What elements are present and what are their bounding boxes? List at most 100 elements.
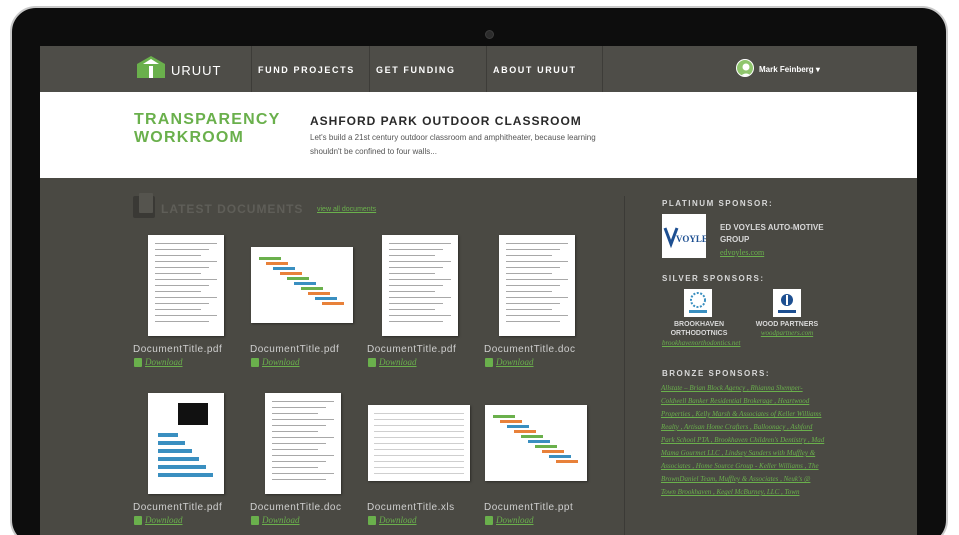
gantt-bar [294, 282, 316, 285]
bronze-sponsor-list[interactable]: Allstate – Brian Block Agency , Rhianna … [661, 382, 826, 499]
document-preview-line [506, 267, 560, 268]
document-preview-line [506, 291, 552, 292]
project-description: Let's build a 21st century outdoor class… [310, 133, 596, 156]
voyles-logo-text: VOYLES [676, 234, 706, 244]
document-thumbnail[interactable] [148, 235, 224, 336]
document-preview-line [389, 315, 451, 316]
view-all-documents-link[interactable]: view all documents [317, 206, 376, 213]
document-thumbnail[interactable] [265, 393, 341, 494]
folder-icon [133, 193, 155, 218]
camera-icon [485, 30, 494, 39]
document-thumbnail[interactable] [382, 235, 458, 336]
user-icon [740, 63, 752, 76]
brookhaven-logo-icon [689, 292, 707, 313]
download-link[interactable]: Download [262, 357, 300, 367]
brookhaven-logo[interactable] [684, 289, 712, 317]
document-preview-line [155, 279, 217, 280]
screen: URUUT FUND PROJECTS GET FUNDING ABOUT UR… [40, 46, 917, 535]
document-preview-line [272, 407, 326, 408]
document-title[interactable]: DocumentTitle.pdf [250, 344, 339, 355]
document-preview-line [506, 255, 552, 256]
gantt-bar [280, 272, 302, 275]
ed-voyles-logo[interactable]: VOYLES [662, 214, 713, 258]
document-preview-line [389, 243, 451, 244]
sheet-row [374, 413, 464, 414]
download-link[interactable]: Download [262, 515, 300, 525]
document-preview-line [506, 285, 560, 286]
bronze-heading: BRONZE SPONSORS: [662, 369, 771, 378]
document-preview-line [272, 467, 318, 468]
document-preview-line [506, 303, 560, 304]
chart-bar [158, 449, 192, 453]
user-menu[interactable]: Mark Feinberg ▾ [759, 65, 820, 74]
document-preview-line [389, 291, 435, 292]
file-icon [368, 358, 376, 367]
document-preview-line [506, 309, 552, 310]
document-preview-line [389, 309, 435, 310]
document-preview-line [389, 249, 443, 250]
document-title[interactable]: DocumentTitle.doc [250, 502, 342, 513]
gantt-bar [549, 455, 571, 458]
nav-fund-projects[interactable]: FUND PROJECTS [258, 65, 355, 75]
document-preview-line [272, 443, 326, 444]
document-preview-line [389, 267, 443, 268]
document-preview-line [272, 437, 334, 438]
avatar[interactable] [736, 59, 754, 77]
document-preview-line [272, 449, 318, 450]
document-preview-line [155, 285, 209, 286]
sidebar-divider [624, 196, 625, 535]
document-preview-line [272, 455, 334, 456]
document-thumbnail[interactable] [368, 405, 470, 481]
sheet-row [374, 461, 464, 462]
document-title[interactable]: DocumentTitle.doc [484, 344, 576, 355]
sheet-row [374, 449, 464, 450]
sheet-row [374, 473, 464, 474]
page-title-line1: TRANSPARENCY [134, 111, 281, 128]
logo-text[interactable]: URUUT [171, 63, 222, 78]
platinum-heading: PLATINUM SPONSOR: [662, 199, 774, 208]
download-link[interactable]: Download [496, 357, 534, 367]
document-preview-line [506, 297, 568, 298]
sheet-row [374, 467, 464, 468]
gantt-bar [507, 425, 529, 428]
document-preview-line [155, 273, 201, 274]
download-link[interactable]: Download [379, 515, 417, 525]
document-preview-line [155, 303, 209, 304]
download-link[interactable]: Download [379, 357, 417, 367]
document-preview-line [506, 249, 560, 250]
document-thumbnail[interactable] [148, 393, 224, 494]
document-title[interactable]: DocumentTitle.pdf [367, 344, 456, 355]
sheet-row [374, 437, 464, 438]
nav-about-uruut[interactable]: ABOUT URUUT [493, 65, 577, 75]
silver-sponsor-link[interactable]: woodpartners.com [746, 329, 828, 337]
document-thumbnail[interactable] [485, 405, 587, 481]
download-link[interactable]: Download [145, 515, 183, 525]
gantt-bar [301, 287, 323, 290]
chart-bar [158, 457, 199, 461]
document-title[interactable]: DocumentTitle.pdf [133, 344, 222, 355]
gantt-bar [315, 297, 337, 300]
platinum-sponsor-link[interactable]: edvoyles.com [720, 248, 764, 257]
download-link[interactable]: Download [145, 357, 183, 367]
document-title[interactable]: DocumentTitle.xls [367, 502, 455, 513]
document-title[interactable]: DocumentTitle.pdf [133, 502, 222, 513]
document-preview-line [155, 321, 209, 322]
nav-get-funding[interactable]: GET FUNDING [376, 65, 456, 75]
gantt-bar [556, 460, 578, 463]
wood-partners-logo[interactable] [773, 289, 801, 317]
chart-bar [158, 473, 213, 477]
file-icon [251, 358, 259, 367]
document-preview-line [506, 279, 568, 280]
document-preview-line [155, 297, 217, 298]
document-preview-line [389, 321, 443, 322]
document-thumbnail[interactable] [499, 235, 575, 336]
chart-bar [158, 441, 185, 445]
uruut-logo-icon[interactable] [133, 54, 169, 82]
download-link[interactable]: Download [496, 515, 534, 525]
document-title[interactable]: DocumentTitle.ppt [484, 502, 573, 513]
silver-sponsor-link[interactable]: brookhavenorthodontics.net [662, 339, 740, 347]
file-icon [134, 516, 142, 525]
document-preview-line [155, 291, 201, 292]
silver-sponsor-name: BROOKHAVEN ORTHODOTNICS [670, 321, 728, 337]
document-thumbnail[interactable] [251, 247, 353, 323]
